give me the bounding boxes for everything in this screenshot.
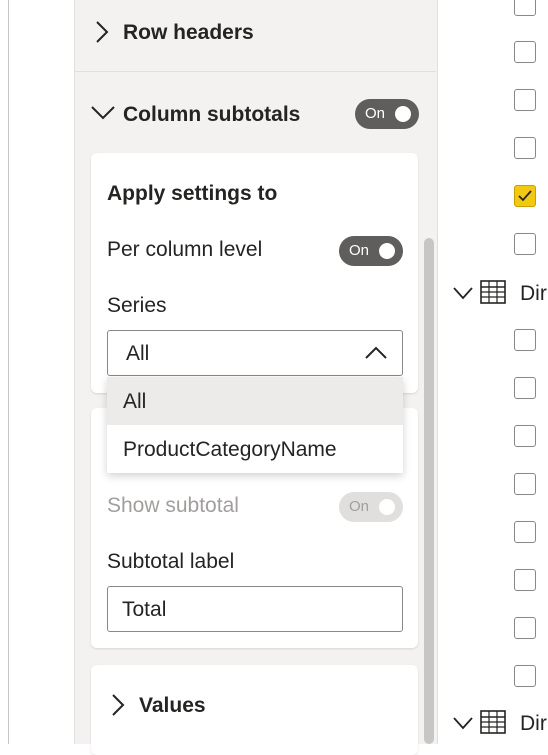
field-checkbox[interactable] xyxy=(514,233,536,255)
toggle-label: On xyxy=(349,498,370,515)
field-checkbox[interactable] xyxy=(514,425,536,447)
checkmark-icon xyxy=(518,190,532,202)
subtotal-label-input[interactable]: Total xyxy=(107,586,403,632)
field-checkbox-checked[interactable] xyxy=(514,185,536,207)
chevron-up-icon xyxy=(365,346,387,359)
chevron-right-icon xyxy=(94,20,110,49)
section-divider xyxy=(74,71,436,72)
toggle-label: On xyxy=(349,242,370,259)
row-headers-label: Row headers xyxy=(123,21,254,44)
field-checkbox[interactable] xyxy=(514,137,536,159)
option-label: ProductCategoryName xyxy=(123,438,337,461)
per-column-level-toggle[interactable]: On xyxy=(339,236,403,266)
series-selected-value: All xyxy=(126,342,150,365)
field-checkbox[interactable] xyxy=(514,41,536,63)
subtotal-label-heading: Subtotal label xyxy=(107,550,235,573)
column-subtotals-label: Column subtotals xyxy=(123,103,301,126)
field-checkbox[interactable] xyxy=(514,617,536,639)
table-icon xyxy=(480,280,506,304)
series-label: Series xyxy=(107,294,167,317)
option-label: All xyxy=(123,390,147,413)
chevron-down-icon xyxy=(453,717,473,730)
toggle-knob xyxy=(379,499,395,515)
dropdown-option-productcategoryname[interactable]: ProductCategoryName xyxy=(107,425,403,473)
field-checkbox[interactable] xyxy=(514,521,536,543)
toggle-label: On xyxy=(365,105,386,122)
format-pane-scrollbar[interactable] xyxy=(424,238,434,744)
field-checkbox[interactable] xyxy=(514,473,536,495)
chevron-right-icon xyxy=(110,693,126,722)
column-subtotals-toggle[interactable]: On xyxy=(355,99,419,129)
table-name: Dir xyxy=(520,712,547,735)
table-icon xyxy=(480,710,506,734)
table-name: Dir xyxy=(520,282,547,305)
series-dropdown-list: All ProductCategoryName xyxy=(107,377,403,473)
apply-settings-title: Apply settings to xyxy=(107,182,278,205)
field-checkbox[interactable] xyxy=(514,0,536,16)
field-checkbox[interactable] xyxy=(514,665,536,687)
subtotal-label-value: Total xyxy=(122,598,167,621)
toggle-knob xyxy=(395,106,411,122)
dropdown-option-all[interactable]: All xyxy=(107,377,403,425)
show-subtotal-toggle[interactable]: On xyxy=(339,492,403,522)
per-column-level-label: Per column level xyxy=(107,238,263,261)
field-checkbox[interactable] xyxy=(514,569,536,591)
left-border xyxy=(8,0,9,744)
toggle-knob xyxy=(379,243,395,259)
show-subtotal-label: Show subtotal xyxy=(107,494,239,517)
values-label: Values xyxy=(139,694,206,717)
field-checkbox[interactable] xyxy=(514,89,536,111)
field-checkbox[interactable] xyxy=(514,377,536,399)
field-checkbox[interactable] xyxy=(514,329,536,351)
chevron-down-icon xyxy=(453,287,473,300)
chevron-down-icon xyxy=(90,104,116,125)
row-headers-section-header[interactable]: Row headers xyxy=(74,2,436,62)
series-dropdown[interactable]: All xyxy=(107,330,403,376)
